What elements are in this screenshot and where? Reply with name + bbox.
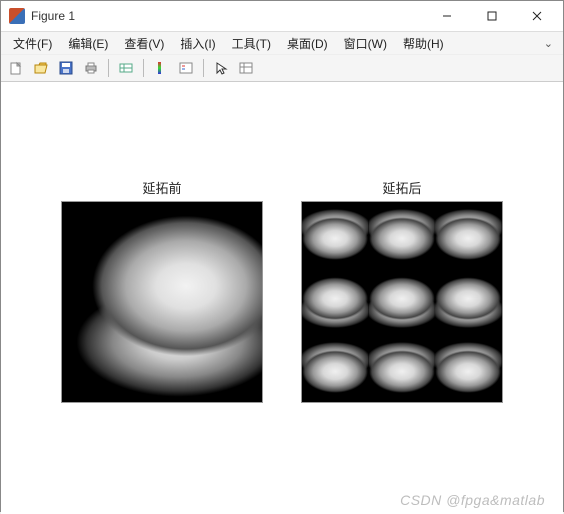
figure-canvas: 延拓前 延拓后 CSDN @fpga&matlab: [1, 82, 563, 514]
menu-help[interactable]: 帮助(H): [397, 33, 450, 54]
menu-file[interactable]: 文件(F): [7, 33, 58, 54]
toolbar-sep-2: [143, 59, 144, 77]
menu-window[interactable]: 窗口(W): [338, 33, 393, 54]
minimize-button[interactable]: [424, 2, 469, 30]
image-before-content: [62, 202, 262, 402]
pointer-button[interactable]: [210, 57, 232, 79]
app-icon: [9, 8, 25, 24]
open-button[interactable]: [30, 57, 52, 79]
legend-button[interactable]: [175, 57, 197, 79]
image-before: [61, 201, 263, 403]
save-button[interactable]: [55, 57, 77, 79]
menu-tools[interactable]: 工具(T): [226, 33, 277, 54]
image-after: [301, 201, 503, 403]
subplot-right: 延拓后: [302, 178, 502, 446]
new-figure-button[interactable]: [5, 57, 27, 79]
watermark: CSDN @fpga&matlab: [400, 492, 545, 508]
figure-palette-button[interactable]: [235, 57, 257, 79]
colorbar-button[interactable]: [150, 57, 172, 79]
toolbar-sep-1: [108, 59, 109, 77]
menubar: 文件(F) 编辑(E) 查看(V) 插入(I) 工具(T) 桌面(D) 窗口(W…: [1, 32, 563, 55]
print-button[interactable]: [80, 57, 102, 79]
menu-view[interactable]: 查看(V): [118, 33, 170, 54]
close-button[interactable]: [514, 2, 559, 30]
maximize-button[interactable]: [469, 2, 514, 30]
subplot-right-title: 延拓后: [382, 178, 421, 197]
image-after-content: [302, 202, 502, 402]
window-title: Figure 1: [31, 9, 75, 23]
titlebar: Figure 1: [1, 1, 563, 32]
toolbar-sep-3: [203, 59, 204, 77]
plot-area: 延拓前 延拓后: [35, 178, 529, 446]
dock-toggle-icon[interactable]: ⌄: [544, 37, 557, 50]
menu-edit[interactable]: 编辑(E): [62, 33, 114, 54]
subplot-left-title: 延拓前: [142, 178, 181, 197]
subplot-left: 延拓前: [62, 178, 262, 446]
menu-insert[interactable]: 插入(I): [174, 33, 221, 54]
toolbar: [1, 55, 563, 82]
menu-desktop[interactable]: 桌面(D): [281, 33, 334, 54]
link-plot-button[interactable]: [115, 57, 137, 79]
